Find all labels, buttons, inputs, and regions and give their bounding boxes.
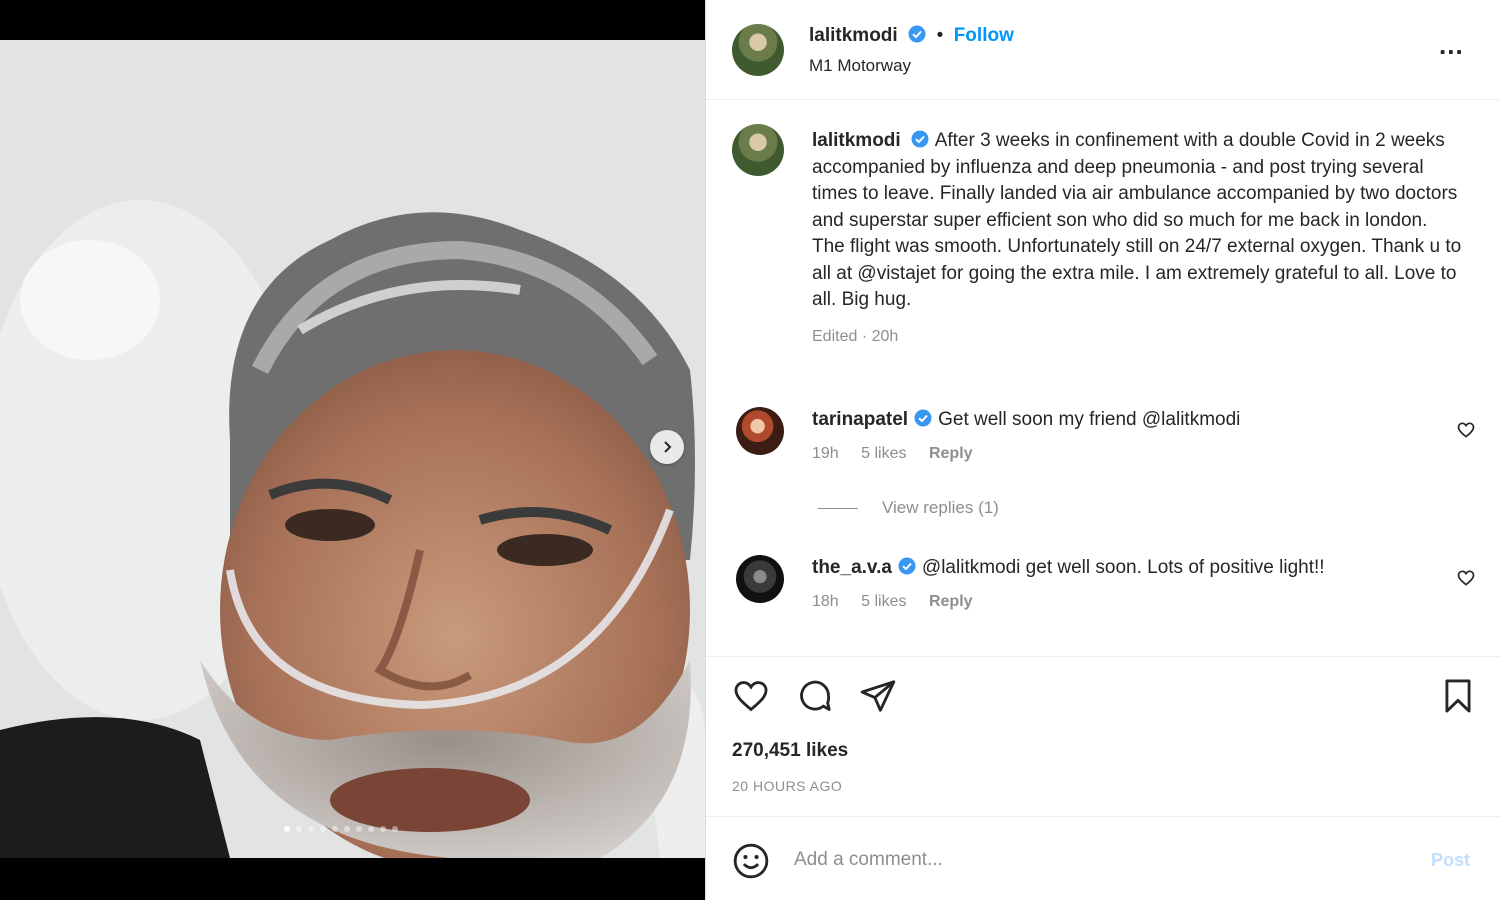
add-comment-bar: Post <box>706 816 1500 900</box>
post-header: lalitkmodi • Follow M1 Motorway ... <box>706 0 1500 100</box>
selfie-illustration <box>0 40 705 858</box>
comment-input[interactable] <box>794 844 1394 876</box>
emoji-icon[interactable] <box>732 842 770 880</box>
chevron-right-icon <box>664 441 672 453</box>
carousel-dot <box>368 826 374 832</box>
caption-avatar[interactable] <box>732 124 784 176</box>
avatar[interactable] <box>732 24 784 76</box>
comment-text: Get well soon my friend @lalitkmodi <box>938 409 1241 430</box>
post-panel: lalitkmodi • Follow M1 Motorway ... lali… <box>705 0 1500 900</box>
carousel-dot <box>356 826 362 832</box>
comment-like-icon[interactable] <box>1456 568 1476 588</box>
caption-username[interactable]: lalitkmodi <box>812 130 901 151</box>
comment-meta: 18h 5 likes Reply <box>812 593 1432 611</box>
separator-dot: • <box>936 25 944 46</box>
reply-button[interactable]: Reply <box>929 445 973 462</box>
comment-item: tarinapatel Get well soon my friend @lali… <box>812 409 1432 463</box>
heart-icon[interactable] <box>732 677 770 715</box>
comment-likes[interactable]: 5 likes <box>861 445 906 462</box>
carousel-dot <box>344 826 350 832</box>
caption-text: After 3 weeks in confinement with a doub… <box>812 130 1462 310</box>
comment-icon[interactable] <box>796 677 834 715</box>
comment-meta: 19h 5 likes Reply <box>812 445 1432 463</box>
comment-avatar[interactable] <box>736 407 784 455</box>
post-actions: 270,451 likes 20 HOURS AGO <box>706 656 1500 816</box>
verified-icon <box>898 557 916 575</box>
verified-icon <box>914 409 932 427</box>
comment-avatar[interactable] <box>736 555 784 603</box>
verified-icon <box>911 130 929 148</box>
carousel-dot <box>380 826 386 832</box>
comment-item: the_a.v.a @lalitkmodi get well soon. Lots… <box>812 557 1432 611</box>
carousel-dot <box>392 826 398 832</box>
carousel-dot <box>284 826 290 832</box>
more-icon[interactable]: ... <box>1439 32 1464 58</box>
post-location[interactable]: M1 Motorway <box>809 56 911 76</box>
bookmark-icon[interactable] <box>1439 677 1477 715</box>
reply-button[interactable]: Reply <box>929 593 973 610</box>
view-replies-label: View replies (1) <box>882 498 999 517</box>
divider-line <box>818 507 858 509</box>
post-username[interactable]: lalitkmodi <box>809 25 898 46</box>
follow-button[interactable]: Follow <box>954 25 1014 46</box>
caption-edited: Edited · 20h <box>812 327 899 345</box>
like-count[interactable]: 270,451 likes <box>732 740 848 762</box>
comment-like-icon[interactable] <box>1456 420 1476 440</box>
post-photo[interactable] <box>0 40 705 858</box>
comment-username[interactable]: tarinapatel <box>812 409 908 430</box>
carousel-next-button[interactable] <box>650 430 684 464</box>
carousel-dot <box>332 826 338 832</box>
post-comment-button[interactable]: Post <box>1431 850 1470 871</box>
carousel-dot <box>308 826 314 832</box>
comment-time[interactable]: 19h <box>812 445 839 462</box>
post-caption: lalitkmodi After 3 weeks in confinement w… <box>812 128 1462 350</box>
comment-username[interactable]: the_a.v.a <box>812 557 892 578</box>
comment-time[interactable]: 18h <box>812 593 839 610</box>
carousel-dot <box>296 826 302 832</box>
post-timestamp: 20 HOURS AGO <box>732 778 843 794</box>
post-media <box>0 0 705 900</box>
comment-likes[interactable]: 5 likes <box>861 593 906 610</box>
verified-icon <box>908 25 926 43</box>
comment-text: @lalitkmodi get well soon. Lots of posit… <box>921 557 1325 578</box>
share-icon[interactable] <box>859 677 897 715</box>
carousel-dot <box>320 826 326 832</box>
view-replies-button[interactable]: View replies (1) <box>818 498 999 518</box>
carousel-indicator <box>284 826 398 832</box>
